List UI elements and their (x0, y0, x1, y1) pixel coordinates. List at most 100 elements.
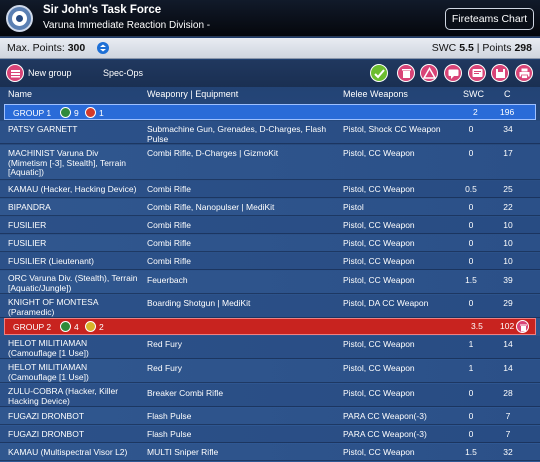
faction-logo-icon (6, 5, 33, 32)
unit-name: MACHINIST Varuna Div (Mimetism [-3], Ste… (8, 148, 126, 177)
column-header-c: C (504, 89, 511, 99)
delete-group-icon[interactable] (516, 320, 529, 333)
table-row[interactable]: HELOT MILITIAMAN (Camouflage [1 Use]) Re… (0, 360, 540, 383)
table-row[interactable]: KAMAU (Multispectral Visor L2) MULTI Sni… (0, 444, 540, 461)
table-row[interactable]: ORC Varuna Div. (Stealth), Terrain [Aqua… (0, 271, 540, 294)
unit-melee: Pistol, CC Weapon (343, 184, 415, 194)
unit-swc: 1 (468, 363, 474, 373)
message-icon[interactable] (468, 64, 486, 82)
table-row[interactable]: FUGAZI DRONBOT Flash Pulse PARA CC Weapo… (0, 426, 540, 443)
table-row[interactable]: KAMAU (Hacker, Hacking Device) Combi Rif… (0, 181, 540, 198)
group-points: 196 (500, 107, 515, 117)
table-row[interactable]: KNIGHT OF MONTESA (Paramedic) Boarding S… (0, 295, 540, 318)
unit-melee: Pistol, CC Weapon (343, 256, 415, 266)
unit-points: 39 (503, 275, 513, 285)
regular-order-icon (60, 321, 71, 332)
table-row[interactable]: ZULU-COBRA (Hacker, Killer Hacking Devic… (0, 384, 540, 407)
unit-points: 17 (503, 148, 513, 158)
group-swc: 2 (473, 107, 478, 117)
unit-points: 10 (503, 220, 513, 230)
max-points-stepper-icon[interactable] (97, 42, 109, 54)
check-icon[interactable] (370, 64, 388, 82)
unit-weaponry: Feuerbach (147, 275, 188, 285)
table-row[interactable]: MACHINIST Varuna Div (Mimetism [-3], Ste… (0, 145, 540, 180)
unit-name: HELOT MILITIAMAN (Camouflage [1 Use]) (8, 338, 89, 358)
spec-ops-button[interactable]: Spec-Ops (103, 68, 143, 78)
unit-points: 28 (503, 388, 513, 398)
points-bar: Max. Points: 300 SWC 5.5 | Points 298 (0, 38, 540, 59)
unit-name: FUGAZI DRONBOT (8, 411, 85, 421)
unit-points: 10 (503, 238, 513, 248)
group-1-header[interactable]: GROUP 1 9 1 2 196 (4, 104, 536, 120)
regular-order-icon (60, 107, 71, 118)
unit-melee: Pistol, DA CC Weapon (343, 298, 429, 308)
unit-weaponry: Flash Pulse (147, 429, 192, 439)
unit-swc: 0 (468, 238, 474, 248)
max-points: Max. Points: 300 (7, 42, 85, 54)
new-group-button[interactable]: New group (28, 68, 72, 78)
irregular-order-count: 1 (99, 108, 104, 118)
warning-icon[interactable] (420, 64, 438, 82)
swc-label: SWC (431, 42, 457, 54)
unit-name: ZULU-COBRA (Hacker, Killer Hacking Devic… (8, 386, 119, 406)
points-value: 298 (514, 42, 532, 54)
unit-swc: 1.5 (465, 447, 477, 457)
unit-melee: PARA CC Weapon(-3) (343, 411, 427, 421)
unit-weaponry: Combi Rifle (147, 256, 191, 266)
chat-icon[interactable] (444, 64, 462, 82)
unit-points: 34 (503, 124, 513, 134)
unit-name: KAMAU (Hacker, Hacking Device) (8, 184, 137, 194)
unit-swc: 0 (468, 124, 474, 134)
unit-weaponry: Combi Rifle, D-Charges | GizmoKit (147, 148, 279, 158)
unit-weaponry: Breaker Combi Rifle (147, 388, 224, 398)
table-row[interactable]: FUSILIER Combi Rifle Pistol, CC Weapon 0… (0, 217, 540, 234)
army-title: Sir John's Task Force (43, 4, 162, 16)
unit-name: PATSY GARNETT (8, 124, 78, 134)
unit-swc: 0 (468, 256, 474, 266)
group-swc: 3.5 (471, 321, 483, 331)
column-header-melee: Melee Weapons (343, 89, 408, 99)
unit-weaponry: Combi Rifle, Nanopulser | MediKit (147, 202, 275, 212)
unit-swc: 0 (468, 429, 474, 439)
unit-melee: Pistol, CC Weapon (343, 363, 415, 373)
unit-swc: 0 (468, 388, 474, 398)
unit-swc: 0 (468, 202, 474, 212)
unit-melee: Pistol, CC Weapon (343, 220, 415, 230)
unit-weaponry: Combi Rifle (147, 238, 191, 248)
column-header-swc: SWC (463, 89, 484, 99)
unit-name: ORC Varuna Div. (Stealth), Terrain [Aqua… (8, 273, 138, 293)
table-row[interactable]: BIPANDRA Combi Rifle, Nanopulser | MediK… (0, 199, 540, 216)
unit-name: KAMAU (Multispectral Visor L2) (8, 447, 128, 457)
table-row[interactable]: HELOT MILITIAMAN (Camouflage [1 Use]) Re… (0, 336, 540, 359)
unit-melee: Pistol, CC Weapon (343, 238, 415, 248)
swc-value: 5.5 (459, 42, 474, 54)
app-header: Sir John's Task Force Varuna Immediate R… (0, 0, 540, 37)
table-row[interactable]: PATSY GARNETT Submachine Gun, Grenades, … (0, 121, 540, 144)
print-icon[interactable] (515, 64, 533, 82)
group-2-header[interactable]: GROUP 2 4 2 3.5 102 (4, 318, 536, 335)
unit-points: 22 (503, 202, 513, 212)
group-label: GROUP 1 (13, 108, 52, 118)
unit-name: FUSILIER (8, 238, 47, 248)
unit-points: 25 (503, 184, 513, 194)
table-row[interactable]: FUSILIER Combi Rifle Pistol, CC Weapon 0… (0, 235, 540, 252)
unit-melee: Pistol, CC Weapon (343, 148, 415, 158)
unit-name: FUGAZI DRONBOT (8, 429, 85, 439)
unit-points: 14 (503, 339, 513, 349)
save-icon[interactable] (491, 64, 509, 82)
unit-weaponry: Combi Rifle (147, 184, 191, 194)
table-row[interactable]: FUSILIER (Lieutenant) Combi Rifle Pistol… (0, 253, 540, 270)
fireteams-chart-button[interactable]: Fireteams Chart (445, 8, 534, 30)
group-label: GROUP 2 (13, 322, 52, 332)
unit-swc: 0 (468, 220, 474, 230)
unit-name: FUSILIER (Lieutenant) (8, 256, 94, 266)
trash-icon[interactable] (397, 64, 415, 82)
unit-melee: Pistol, CC Weapon (343, 447, 415, 457)
table-row[interactable]: FUGAZI DRONBOT Flash Pulse PARA CC Weapo… (0, 408, 540, 425)
unit-points: 10 (503, 256, 513, 266)
group-points: 102 (500, 321, 515, 331)
new-group-icon[interactable] (6, 64, 24, 82)
unit-points: 29 (503, 298, 513, 308)
unit-swc: 1 (468, 339, 474, 349)
army-subtitle: Varuna Immediate Reaction Division - (43, 20, 211, 31)
